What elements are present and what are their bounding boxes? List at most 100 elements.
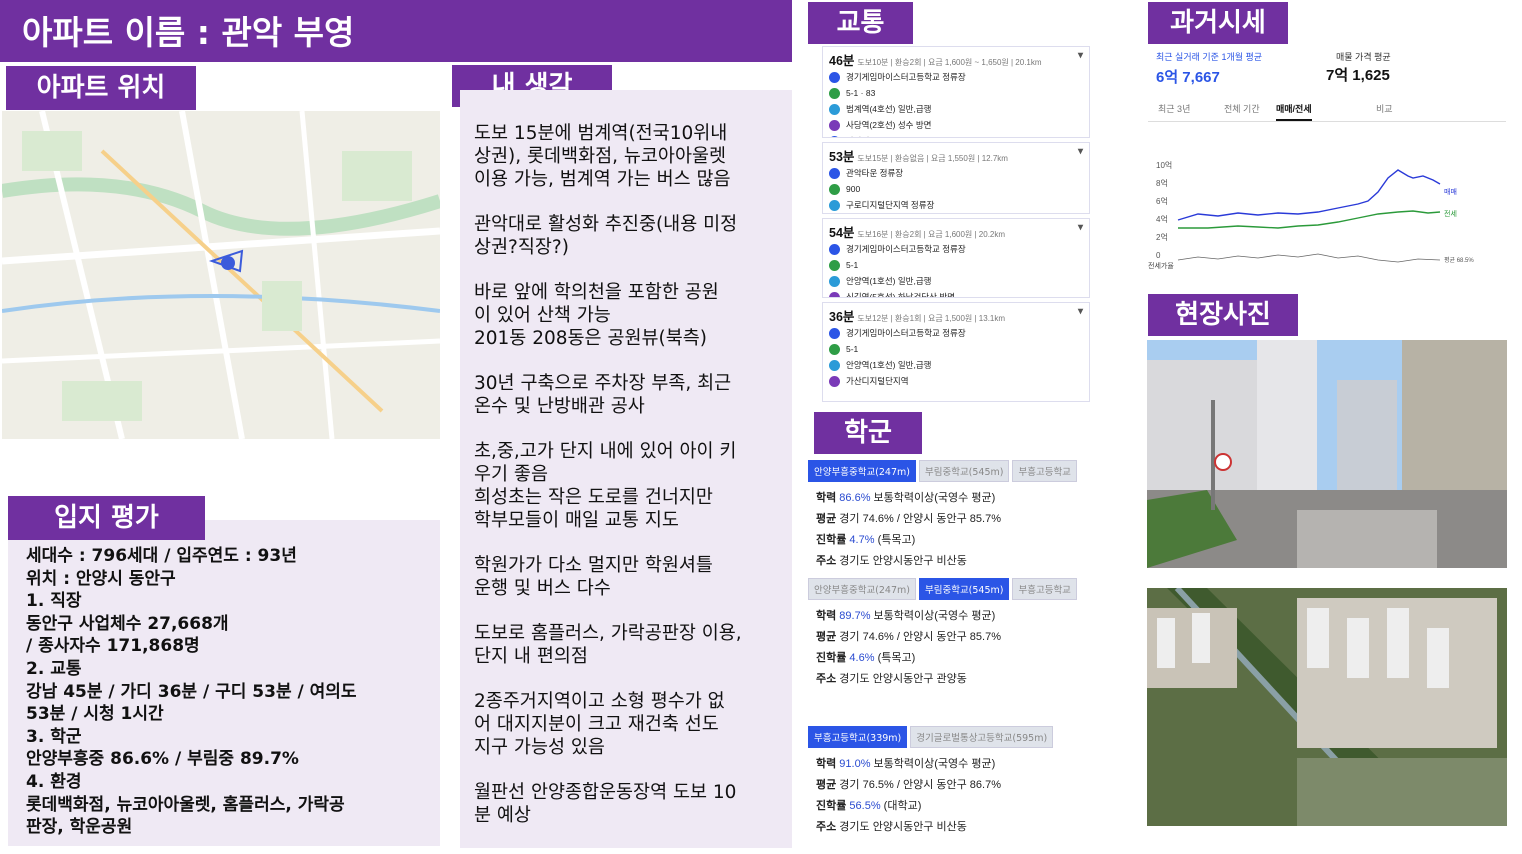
stop-label: 구로디지털단지역 정류장 <box>846 200 935 210</box>
page-title: 아파트 이름 : 관악 부영 <box>22 13 355 52</box>
transport-label: 교통 <box>808 2 913 44</box>
school-block: 부흥고등학교(339m) 경기글로벌통상고등학교(595m) 학력 91.0% 보통… <box>808 726 1108 838</box>
route-card[interactable]: 36분 도보12분 | 환승1회 | 요금 1,500원 | 13.1km ▾ 경기게… <box>822 302 1090 402</box>
stop-marker-icon <box>829 135 840 137</box>
chevron-down-icon[interactable]: ▾ <box>1078 146 1083 157</box>
stop-label: 5-1 <box>846 344 859 354</box>
school-adv-note: (특목고) <box>877 652 916 664</box>
route-time: 46분 <box>829 54 855 68</box>
route-header: 53분 도보15분 | 환승없음 | 요금 1,550원 | 12.7km ▾ <box>829 146 1083 165</box>
price-chart: 10억 8억 6억 4억 2억 0 매매 전세 전세가율 평균 68.5% <box>1148 160 1474 270</box>
school-label: 학군 <box>814 412 922 454</box>
school-stat-line: 주소 경기도 안양시동안구 비산동 <box>816 821 967 833</box>
school-info: 안양부흥중학교(247m) 부림중학교(545m) 부흥고등학교 학력 86.6% 보… <box>808 460 1108 844</box>
evaluation-line: 3. 학군 <box>26 726 82 747</box>
y-tick-label: 2억 <box>1156 232 1168 242</box>
school-tab[interactable]: 부흥고등학교 <box>1012 578 1077 600</box>
stop-label: 관악타운 정류장 <box>846 168 904 178</box>
thought-line: 30년 구축으로 주차장 부족, 최근 <box>474 373 732 394</box>
route-meta: 도보10분 | 환승2회 | 요금 1,600원 ~ 1,650원 | 20.1… <box>857 58 1042 67</box>
stop-label: 경기게임마이스터고등학교 정류장 <box>846 72 966 82</box>
route-stop: 구로디지털단지역 정류장 <box>829 197 1083 213</box>
evaluation-line: 2. 교통 <box>26 658 82 679</box>
school-stat-line: 학력 86.6% 보통학력이상(국영수 평균) <box>808 488 1108 509</box>
school-adv-label: 진학률 <box>816 534 850 546</box>
school-stat-line: 주소 경기도 안양시동안구 관양동 <box>816 673 967 685</box>
school-stat-line: 진학률 4.7% (특목고) <box>808 530 1108 551</box>
route-card[interactable]: 53분 도보15분 | 환승없음 | 요금 1,550원 | 12.7km ▾ 관악타… <box>822 142 1090 214</box>
price-tab[interactable]: 매매/전세 <box>1276 102 1312 121</box>
evaluation-line: 판장, 학운공원 <box>26 817 133 838</box>
evaluation-line: 세대수 : 796세대 / 입주연도 : 93년 <box>26 546 297 566</box>
thought-line: 학부모들이 매일 교통 지도 <box>474 510 679 531</box>
evaluation-line: / 종사자수 171,868명 <box>26 636 200 657</box>
location-map[interactable] <box>2 111 440 439</box>
route-stop: 경기게임마이스터고등학교 정류장 <box>829 325 1083 341</box>
evaluation-line: 강남 45분 / 가디 36분 / 구디 53분 / 여의도 <box>26 681 357 702</box>
school-stat-line: 평균 경기 74.6% / 안양시 동안구 85.7% <box>816 513 1001 525</box>
thought-line: 이용 가능, 범계역 가는 버스 많음 <box>474 169 731 190</box>
school-tab[interactable]: 경기글로벌통상고등학교(595m) <box>910 726 1054 748</box>
stop-marker-icon <box>829 243 840 255</box>
thought-paragraph: 도보 15분에 범계역(전국10위내 상권), 롯데백화점, 뉴코아아울렛 이용 가… <box>474 122 792 191</box>
price-tab[interactable]: 비교 <box>1376 102 1393 115</box>
transport-routes: 46분 도보10분 | 환승2회 | 요금 1,600원 ~ 1,650원 | 2… <box>822 46 1090 406</box>
route-stop: 경기게임마이스터고등학교 정류장 <box>829 241 1083 257</box>
evaluation-line: 4. 환경 <box>26 771 82 792</box>
chevron-down-icon[interactable]: ▾ <box>1078 306 1083 317</box>
route-header: 46분 도보10분 | 환승2회 | 요금 1,600원 ~ 1,650원 | 2… <box>829 50 1083 69</box>
school-stat-line: 진학률 56.5% (대학교) <box>808 796 1108 817</box>
stop-label: 안양역(1호선) 일반,급행 <box>846 360 932 370</box>
y-tick-label: 0 <box>1156 251 1161 260</box>
school-adv-note: (대학교) <box>883 800 922 812</box>
school-tab[interactable]: 안양부흥중학교(247m) <box>808 578 916 600</box>
school-adv-label: 진학률 <box>816 652 850 664</box>
stop-marker-icon <box>829 119 840 131</box>
stop-label: 가산디지털단지역 <box>846 376 909 386</box>
school-tab[interactable]: 부림중학교(545m) <box>918 460 1010 482</box>
stop-label: 경기게임마이스터고등학교 정류장 <box>846 244 966 254</box>
chevron-down-icon[interactable]: ▾ <box>1078 222 1083 233</box>
thought-line: 도보 15분에 범계역(전국10위내 <box>474 123 728 144</box>
stop-marker-icon <box>829 71 840 83</box>
route-card[interactable]: 46분 도보10분 | 환승2회 | 요금 1,600원 ~ 1,650원 | 2… <box>822 46 1090 138</box>
stop-marker-icon <box>829 183 840 195</box>
thought-line: 온수 및 난방배관 공사 <box>474 396 645 417</box>
route-stop: 5-1 <box>829 257 1083 273</box>
route-time: 53분 <box>829 150 855 164</box>
chevron-down-icon[interactable]: ▾ <box>1078 50 1083 61</box>
school-tab[interactable]: 부흥고등학교 <box>1012 460 1077 482</box>
school-stat-line: 평균 경기 74.6% / 안양시 동안구 85.7% <box>816 631 1001 643</box>
school-tab[interactable]: 부림중학교(545m) <box>918 578 1010 600</box>
thought-paragraph: 바로 앞에 학의천을 포함한 공원 이 있어 산책 가능 201동 208동은 공원… <box>474 281 792 350</box>
thought-paragraph: 월판선 안양종합운동장역 도보 10 분 예상 <box>474 781 792 827</box>
school-rate: 89.7% <box>839 610 874 622</box>
thought-line: 2종주거지역이고 소형 평수가 없 <box>474 691 725 712</box>
thought-line: 초,중,고가 단지 내에 있어 아이 키 <box>474 441 737 462</box>
school-avg: 경기 76.5% / 안양시 동안구 86.7% <box>839 779 1001 791</box>
school-adv-label: 진학률 <box>816 800 850 812</box>
stop-marker-icon <box>829 375 840 387</box>
price-tab[interactable]: 전체 기간 <box>1224 102 1260 115</box>
recent-price-value: 6억 7,667 <box>1156 69 1220 86</box>
page-title-bar: 아파트 이름 : 관악 부영 <box>0 0 792 62</box>
thought-line: 운행 및 버스 다수 <box>474 578 611 599</box>
route-card[interactable]: 54분 도보16분 | 환승2회 | 요금 1,600원 | 20.2km ▾ 경기게… <box>822 218 1090 298</box>
school-block: 안양부흥중학교(247m) 부림중학교(545m) 부흥고등학교 학력 89.7% 보… <box>808 578 1108 690</box>
thought-line: 관악대로 활성화 추진중(내용 미정 <box>474 214 738 235</box>
school-addr: 경기도 안양시동안구 비산동 <box>839 821 967 833</box>
thought-line: 어 대지지분이 크고 재건축 선도 <box>474 714 719 735</box>
school-tab[interactable]: 안양부흥중학교(247m) <box>808 460 916 482</box>
thought-line: 희성초는 작은 도로를 건너지만 <box>474 487 713 508</box>
evaluation-label: 입지 평가 <box>8 496 205 540</box>
stop-marker-icon <box>829 275 840 287</box>
thought-line: 상권?직장?) <box>474 237 569 258</box>
stop-marker-icon <box>829 343 840 355</box>
stop-marker-icon <box>829 167 840 179</box>
school-tab[interactable]: 부흥고등학교(339m) <box>808 726 908 748</box>
y-tick-label: 6억 <box>1156 196 1168 206</box>
stop-marker-icon <box>829 327 840 339</box>
price-tab[interactable]: 최근 3년 <box>1158 102 1190 115</box>
evaluation-line: 53분 / 시청 1시간 <box>26 704 164 725</box>
thought-line: 분 예상 <box>474 805 531 826</box>
